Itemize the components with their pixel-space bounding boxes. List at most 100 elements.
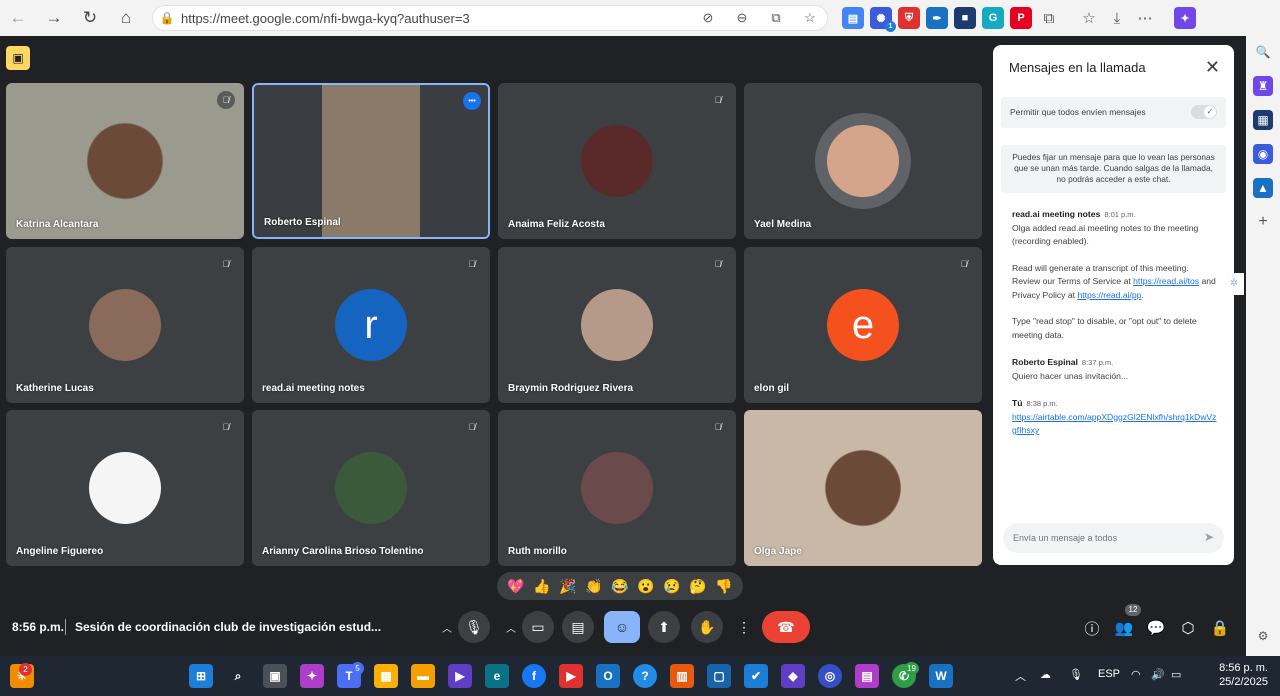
raise-hand-button[interactable]: ✋: [691, 611, 723, 643]
copilot-icon[interactable]: ✦: [1174, 7, 1196, 29]
home-icon[interactable]: ⌂: [108, 0, 144, 36]
cloud-icon[interactable]: ☁: [1040, 668, 1051, 681]
todo-icon[interactable]: ✔: [744, 664, 768, 688]
app-three-icon[interactable]: ▲: [1253, 178, 1273, 198]
volume-icon[interactable]: 🔊: [1151, 668, 1165, 681]
participant-tile[interactable]: 🎙̸ Ruth morillo: [498, 410, 736, 566]
tools-icon[interactable]: ♜: [1253, 76, 1273, 96]
leave-call-button[interactable]: ☎: [762, 611, 810, 643]
youtube-icon[interactable]: ▶: [559, 664, 583, 688]
more-options-icon[interactable]: •••: [463, 92, 481, 110]
app-icon[interactable]: ⧉: [759, 10, 793, 26]
participant-tile[interactable]: Olga Jape: [744, 410, 982, 566]
reaction-emoji[interactable]: 🎉: [559, 578, 576, 595]
activities-icon[interactable]: ⬡: [1175, 615, 1201, 641]
reactions-button[interactable]: ☺: [604, 611, 640, 643]
host-controls-icon[interactable]: 🔒: [1207, 615, 1233, 641]
zoom-out-icon[interactable]: ⊖: [725, 10, 759, 26]
camera-button[interactable]: ▭: [522, 611, 554, 643]
participant-tile[interactable]: 🎙̸ Braymin Rodriguez Rivera: [498, 247, 736, 403]
back-icon[interactable]: ←: [0, 0, 36, 36]
search-icon[interactable]: ⌕: [226, 664, 250, 688]
participant-tile[interactable]: 🎙̸ Katrina Alcantara: [6, 83, 244, 239]
battery-icon[interactable]: ▭: [1171, 668, 1181, 681]
url-text[interactable]: https://meet.google.com/nfi-bwga-kyq?aut…: [181, 11, 691, 26]
participant-tile[interactable]: 🎙̸ Anaima Feliz Acosta: [498, 83, 736, 239]
search-icon[interactable]: 🔍: [1253, 42, 1273, 62]
downloads-icon[interactable]: ⤓: [1106, 7, 1128, 29]
copilot-icon[interactable]: ✦: [300, 664, 324, 688]
reload-icon[interactable]: ↻: [72, 0, 108, 36]
language-indicator[interactable]: ESP: [1098, 668, 1120, 680]
participant-tile[interactable]: Yael Medina: [744, 83, 982, 239]
file-explorer-icon[interactable]: ▬: [411, 664, 435, 688]
lock-icon[interactable]: 🔒: [153, 11, 181, 25]
pen-extension-icon[interactable]: ✒: [926, 7, 948, 29]
app-four-icon[interactable]: ◎: [818, 664, 842, 688]
reaction-emoji[interactable]: 👏: [585, 578, 602, 595]
reaction-emoji[interactable]: 💖: [507, 578, 524, 595]
message-input[interactable]: [1013, 530, 1193, 546]
app-icon[interactable]: ▶: [448, 664, 472, 688]
people-icon[interactable]: 👥: [1111, 615, 1137, 641]
taskbar-clock[interactable]: 8:56 p. m. 25/2/2025: [1219, 661, 1268, 689]
participant-tile[interactable]: 🎙̸ Arianny Carolina Brioso Tolentino: [252, 410, 490, 566]
docs-extension-icon[interactable]: ▤: [842, 7, 864, 29]
grammarly-extension-icon[interactable]: G: [982, 7, 1004, 29]
close-icon[interactable]: ✕: [1205, 57, 1220, 78]
app-two-icon[interactable]: ◉: [1253, 144, 1273, 164]
captions-button[interactable]: ▤: [562, 611, 594, 643]
square-extension-icon[interactable]: ■: [954, 7, 976, 29]
forward-icon[interactable]: →: [36, 0, 72, 36]
send-icon[interactable]: ➤: [1204, 530, 1214, 544]
pinterest-extension-icon[interactable]: P: [1010, 7, 1032, 29]
audio-options-chevron-icon[interactable]: ︿: [437, 611, 457, 643]
reaction-emoji[interactable]: 👎: [715, 578, 732, 595]
help-icon[interactable]: ?: [633, 664, 657, 688]
reaction-emoji[interactable]: 👍: [533, 578, 550, 595]
reaction-emoji[interactable]: 😢: [663, 578, 680, 595]
allow-messages-toggle[interactable]: ✓: [1191, 105, 1217, 119]
shield-extension-icon[interactable]: ⛨: [898, 7, 920, 29]
address-bar[interactable]: 🔒 https://meet.google.com/nfi-bwga-kyq?a…: [152, 5, 828, 31]
more-icon[interactable]: ⋯: [1134, 7, 1156, 29]
extensions-icon[interactable]: ⧉: [1038, 7, 1060, 29]
meeting-info-icon[interactable]: ⓘ: [1079, 615, 1105, 641]
read-ai-handle-icon[interactable]: ✲: [1224, 273, 1244, 295]
wifi-icon[interactable]: ◠: [1131, 668, 1141, 681]
task-view-icon[interactable]: ▣: [263, 664, 287, 688]
microphone-button[interactable]: 🎙: [458, 611, 490, 643]
settings-icon[interactable]: ⚙: [1253, 626, 1273, 646]
terms-link[interactable]: https://read.ai/tos: [1133, 276, 1199, 286]
video-options-chevron-icon[interactable]: ︿: [501, 611, 521, 643]
participant-tile[interactable]: 🎙̸ Angeline Figuereo: [6, 410, 244, 566]
facebook-icon[interactable]: f: [522, 664, 546, 688]
puzzle-blue-extension-icon[interactable]: ✺ 1: [870, 7, 896, 32]
camera-off-icon[interactable]: ⊘: [691, 10, 725, 26]
start-icon[interactable]: ⊞: [189, 664, 213, 688]
store-icon[interactable]: ▦: [374, 664, 398, 688]
outlook-icon[interactable]: O: [596, 664, 620, 688]
app-one-icon[interactable]: ▦: [1253, 110, 1273, 130]
privacy-link[interactable]: https://read.ai/pp: [1077, 290, 1141, 300]
reaction-emoji[interactable]: 🤔: [689, 578, 706, 595]
present-button[interactable]: ⬆: [648, 611, 680, 643]
edge-icon[interactable]: e: [485, 664, 509, 688]
participant-tile[interactable]: 🎙̸ Katherine Lucas: [6, 247, 244, 403]
app-two-icon[interactable]: ▢: [707, 664, 731, 688]
chat-icon[interactable]: 💬: [1143, 615, 1169, 641]
reaction-emoji[interactable]: 😮: [637, 578, 654, 595]
airtable-link[interactable]: https://airtable.com/appXDggzGl2ENlxfh/s…: [1012, 412, 1216, 436]
word-icon[interactable]: W: [929, 664, 953, 688]
app-five-icon[interactable]: ▤: [855, 664, 879, 688]
participant-tile[interactable]: r 🎙̸ read.ai meeting notes: [252, 247, 490, 403]
microphone-icon[interactable]: 🎙: [1069, 668, 1083, 681]
app-three-icon[interactable]: ◆: [781, 664, 805, 688]
recording-icon[interactable]: ▣: [6, 46, 30, 70]
add-icon[interactable]: +: [1253, 212, 1273, 232]
calendar-icon[interactable]: ▥: [670, 664, 694, 688]
participant-tile[interactable]: e 🎙̸ elon gil: [744, 247, 982, 403]
star-icon[interactable]: ☆: [793, 10, 827, 26]
participant-tile[interactable]: ••• Roberto Espinal: [252, 83, 490, 239]
favorites-icon[interactable]: ☆: [1078, 7, 1100, 29]
